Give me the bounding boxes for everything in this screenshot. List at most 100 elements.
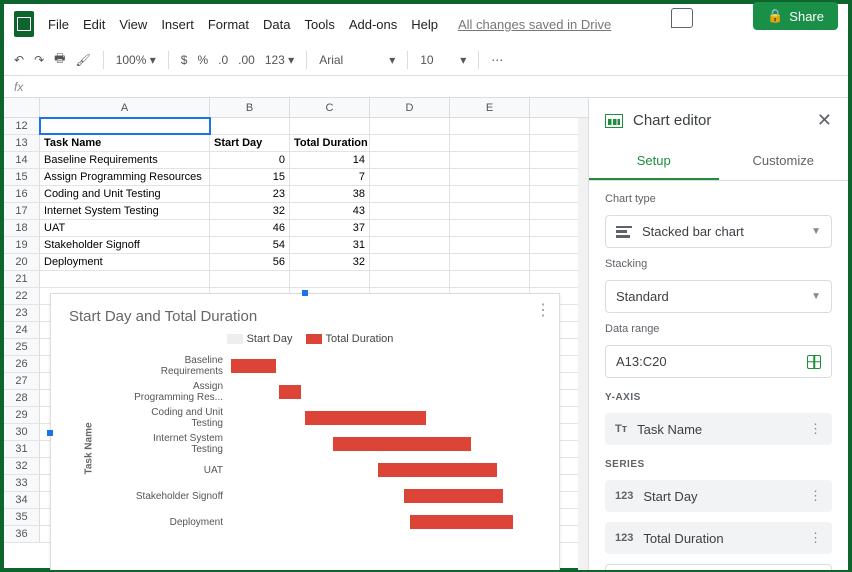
spreadsheet-grid[interactable]: A B C D E 1213Task NameStart DayTotal Du…: [4, 98, 588, 570]
row-header[interactable]: 12: [4, 118, 40, 134]
cell[interactable]: 14: [290, 152, 370, 168]
cell[interactable]: [370, 152, 450, 168]
cell[interactable]: 31: [290, 237, 370, 253]
col-header-d[interactable]: D: [370, 98, 450, 117]
cell[interactable]: [450, 254, 530, 270]
menu-help[interactable]: Help: [411, 17, 438, 32]
cell[interactable]: [370, 118, 450, 134]
row-header[interactable]: 22: [4, 288, 40, 304]
cell[interactable]: [450, 152, 530, 168]
cell[interactable]: 46: [210, 220, 290, 236]
col-header-a[interactable]: A: [40, 98, 210, 117]
data-range-input[interactable]: A13:C20: [605, 345, 832, 378]
cell[interactable]: 43: [290, 203, 370, 219]
cell[interactable]: [370, 254, 450, 270]
cell[interactable]: [290, 271, 370, 287]
print-icon[interactable]: 🖶: [54, 49, 65, 70]
cell[interactable]: 37: [290, 220, 370, 236]
menu-edit[interactable]: Edit: [83, 17, 105, 32]
row-header[interactable]: 20: [4, 254, 40, 270]
more-icon[interactable]: ⋮: [809, 530, 822, 546]
tab-setup[interactable]: Setup: [589, 143, 719, 180]
cell[interactable]: Baseline Requirements: [40, 152, 210, 168]
chart-menu-icon[interactable]: ⋮: [535, 300, 551, 320]
cell[interactable]: [450, 220, 530, 236]
row-header[interactable]: 15: [4, 169, 40, 185]
row-header[interactable]: 17: [4, 203, 40, 219]
cell[interactable]: Stakeholder Signoff: [40, 237, 210, 253]
cell[interactable]: [450, 169, 530, 185]
cell[interactable]: [370, 220, 450, 236]
share-button[interactable]: 🔒Share: [753, 2, 838, 30]
cell[interactable]: Internet System Testing: [40, 203, 210, 219]
cell[interactable]: [450, 237, 530, 253]
row-header[interactable]: 35: [4, 509, 40, 525]
row-header[interactable]: 16: [4, 186, 40, 202]
menu-view[interactable]: View: [119, 17, 147, 32]
row-header[interactable]: 14: [4, 152, 40, 168]
row-15[interactable]: 15Assign Programming Resources157: [4, 169, 588, 186]
row-20[interactable]: 20Deployment5632: [4, 254, 588, 271]
cell[interactable]: [450, 203, 530, 219]
row-header[interactable]: 27: [4, 373, 40, 389]
row-header[interactable]: 29: [4, 407, 40, 423]
row-19[interactable]: 19Stakeholder Signoff5431: [4, 237, 588, 254]
font-size-select[interactable]: 10: [420, 53, 450, 67]
cell[interactable]: 23: [210, 186, 290, 202]
cell[interactable]: [290, 118, 370, 134]
menu-format[interactable]: Format: [208, 17, 249, 32]
cell[interactable]: [370, 203, 450, 219]
number-format-select[interactable]: 123 ▾: [265, 53, 294, 67]
col-header-e[interactable]: E: [450, 98, 530, 117]
percent-button[interactable]: %: [197, 53, 208, 67]
cell[interactable]: 7: [290, 169, 370, 185]
cell[interactable]: [450, 186, 530, 202]
paint-format-icon[interactable]: 🖌: [75, 53, 90, 67]
more-icon[interactable]: ⋮: [809, 421, 822, 437]
row-21[interactable]: 21: [4, 271, 588, 288]
cell[interactable]: [450, 118, 530, 134]
col-header-b[interactable]: B: [210, 98, 290, 117]
sheets-logo-icon[interactable]: [14, 11, 34, 37]
cell[interactable]: [370, 271, 450, 287]
row-header[interactable]: 32: [4, 458, 40, 474]
row-header[interactable]: 19: [4, 237, 40, 253]
cell[interactable]: Deployment: [40, 254, 210, 270]
cell[interactable]: [40, 118, 210, 134]
cell[interactable]: [40, 271, 210, 287]
cell[interactable]: [450, 271, 530, 287]
embedded-chart[interactable]: ⋮ Start Day and Total Duration Start Day…: [50, 293, 560, 570]
row-12[interactable]: 12: [4, 118, 588, 135]
series-total-duration[interactable]: 123 Total Duration ⋮: [605, 522, 832, 554]
zoom-select[interactable]: 100% ▾: [116, 53, 156, 67]
row-header[interactable]: 26: [4, 356, 40, 372]
undo-icon[interactable]: ↶: [14, 53, 24, 67]
cell[interactable]: [370, 169, 450, 185]
select-range-icon[interactable]: [807, 355, 821, 369]
row-header[interactable]: 33: [4, 475, 40, 491]
row-14[interactable]: 14Baseline Requirements014: [4, 152, 588, 169]
cell[interactable]: UAT: [40, 220, 210, 236]
row-header[interactable]: 24: [4, 322, 40, 338]
cell[interactable]: 56: [210, 254, 290, 270]
menu-file[interactable]: File: [48, 17, 69, 32]
increase-decimal-button[interactable]: .00: [238, 53, 255, 67]
currency-button[interactable]: $: [181, 53, 188, 67]
row-header[interactable]: 23: [4, 305, 40, 321]
menu-addons[interactable]: Add-ons: [349, 17, 397, 32]
row-13[interactable]: 13Task NameStart DayTotal Duration: [4, 135, 588, 152]
cell[interactable]: 54: [210, 237, 290, 253]
cell[interactable]: Start Day: [210, 135, 290, 151]
row-16[interactable]: 16Coding and Unit Testing2338: [4, 186, 588, 203]
menu-tools[interactable]: Tools: [304, 17, 334, 32]
font-select[interactable]: Arial: [319, 53, 379, 67]
cell[interactable]: Coding and Unit Testing: [40, 186, 210, 202]
cell[interactable]: 32: [210, 203, 290, 219]
cell[interactable]: 32: [290, 254, 370, 270]
cell[interactable]: 38: [290, 186, 370, 202]
cell[interactable]: [210, 271, 290, 287]
row-17[interactable]: 17Internet System Testing3243: [4, 203, 588, 220]
cell[interactable]: [450, 135, 530, 151]
chart-type-select[interactable]: Stacked bar chart▼: [605, 215, 832, 248]
row-header[interactable]: 31: [4, 441, 40, 457]
